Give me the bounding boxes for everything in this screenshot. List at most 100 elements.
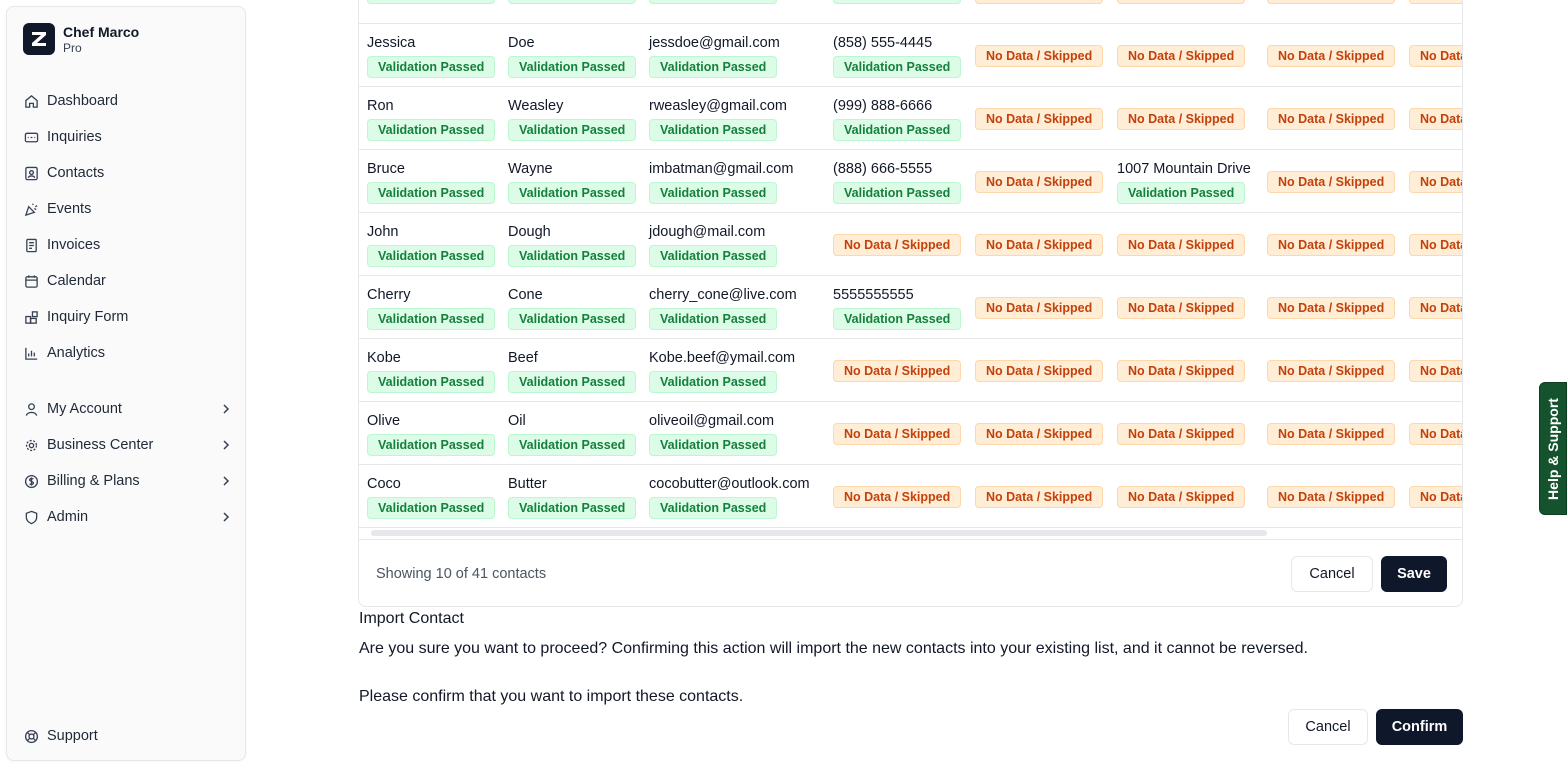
lifebuoy-icon <box>23 728 39 744</box>
validation-passed-badge: Validation Passed <box>367 0 496 4</box>
no-data-skipped-badge: No Data / Skipped <box>1117 0 1246 4</box>
validation-passed-badge: Validation Passed <box>367 308 496 330</box>
validation-passed-badge: Validation Passed <box>833 182 962 204</box>
dollar-circle-icon <box>23 473 39 489</box>
nav-label: Admin <box>47 509 89 525</box>
no-data-skipped-badge: No Data / Skipped <box>1409 360 1462 382</box>
cell-value: 5555555555 <box>833 287 914 303</box>
table-row: Jessica Validation Passed Doe Validation Pa… <box>359 24 1462 87</box>
table-row: Olive Validation Passed Oil Validation Pass… <box>359 402 1462 465</box>
cell-value: Doe <box>508 35 535 51</box>
validation-passed-badge: Validation Passed <box>649 0 778 4</box>
no-data-skipped-badge: No Data / Skipped <box>1409 171 1462 193</box>
nav-label: Invoices <box>47 237 101 253</box>
nav-item-inquiry-form[interactable]: Inquiry Form <box>23 299 233 335</box>
nav-item-support[interactable]: Support <box>23 718 233 754</box>
no-data-skipped-badge: No Data / Skipped <box>975 486 1104 508</box>
contacts-table: Validation Passed Validation Passed Valida… <box>359 0 1462 529</box>
nav-item-analytics[interactable]: Analytics <box>23 335 233 371</box>
table-row: Bruce Validation Passed Wayne Validation Pa… <box>359 150 1462 213</box>
nav-item-events[interactable]: Events <box>23 191 233 227</box>
validation-passed-badge: Validation Passed <box>367 56 496 78</box>
cell-value: John <box>367 224 399 240</box>
no-data-skipped-badge: No Data / Skipped <box>1117 360 1246 382</box>
validation-passed-badge: Validation Passed <box>649 182 778 204</box>
nav-label: My Account <box>47 401 122 417</box>
nav-item-invoices[interactable]: Invoices <box>23 227 233 263</box>
cell-value: jessdoe@gmail.com <box>649 35 780 51</box>
validation-passed-badge: Validation Passed <box>508 56 637 78</box>
validation-passed-badge: Validation Passed <box>508 434 637 456</box>
nav-item-billing-plans[interactable]: Billing & Plans <box>23 463 233 499</box>
validation-passed-badge: Validation Passed <box>508 0 637 4</box>
no-data-skipped-badge: No Data / Skipped <box>1267 360 1396 382</box>
no-data-skipped-badge: No Data / Skipped <box>1117 45 1246 67</box>
no-data-skipped-badge: No Data / Skipped <box>975 0 1104 4</box>
help-support-label: Help & Support <box>1545 397 1561 500</box>
validation-passed-badge: Validation Passed <box>508 182 637 204</box>
nav-item-calendar[interactable]: Calendar <box>23 263 233 299</box>
no-data-skipped-badge: No Data / Skipped <box>975 360 1104 382</box>
home-icon <box>23 93 39 109</box>
cell-value: (888) 666-5555 <box>833 161 933 177</box>
no-data-skipped-badge: No Data / Skipped <box>975 171 1104 193</box>
nav-item-business-center[interactable]: Business Center <box>23 427 233 463</box>
no-data-skipped-badge: No Data / Skipped <box>1267 108 1396 130</box>
nav-item-my-account[interactable]: My Account <box>23 391 233 427</box>
no-data-skipped-badge: No Data / Skipped <box>833 423 962 445</box>
validation-passed-badge: Validation Passed <box>367 182 496 204</box>
cell-value: Ron <box>367 98 394 114</box>
cell-value: (999) 888-6666 <box>833 98 933 114</box>
no-data-skipped-badge: No Data / Skipped <box>1409 45 1462 67</box>
no-data-skipped-badge: No Data / Skipped <box>1267 0 1396 4</box>
nav-label: Support <box>47 728 98 744</box>
table-cancel-button[interactable]: Cancel <box>1291 556 1373 592</box>
validation-passed-badge: Validation Passed <box>833 56 962 78</box>
no-data-skipped-badge: No Data / Skipped <box>975 108 1104 130</box>
no-data-skipped-badge: No Data / Skipped <box>1267 297 1396 319</box>
confirm-button[interactable]: Confirm <box>1376 709 1463 745</box>
no-data-skipped-badge: No Data / Skipped <box>833 360 962 382</box>
no-data-skipped-badge: No Data / Skipped <box>1409 423 1462 445</box>
nav-item-dashboard[interactable]: Dashboard <box>23 83 233 119</box>
table-row: Cherry Validation Passed Cone Validation Pa… <box>359 276 1462 339</box>
import-cancel-button[interactable]: Cancel <box>1288 709 1368 745</box>
cell-value: Cone <box>508 287 543 303</box>
validation-passed-badge: Validation Passed <box>649 434 778 456</box>
nav-item-inquiries[interactable]: Inquiries <box>23 119 233 155</box>
brand[interactable]: Chef Marco Pro <box>23 23 139 55</box>
import-confirm-text: Please confirm that you want to import t… <box>359 688 744 705</box>
validation-passed-badge: Validation Passed <box>649 371 778 393</box>
validation-passed-badge: Validation Passed <box>367 497 496 519</box>
help-support-tab[interactable]: Help & Support <box>1539 382 1567 515</box>
validation-passed-badge: Validation Passed <box>649 245 778 267</box>
validation-passed-badge: Validation Passed <box>508 371 637 393</box>
logo-icon <box>23 23 55 55</box>
nav-item-admin[interactable]: Admin <box>23 499 233 535</box>
table-row: John Validation Passed Dough Validation Pas… <box>359 213 1462 276</box>
party-icon <box>23 201 39 217</box>
no-data-skipped-badge: No Data / Skipped <box>1409 108 1462 130</box>
cell-value: Olive <box>367 413 401 429</box>
nav-item-contacts[interactable]: Contacts <box>23 155 233 191</box>
no-data-skipped-badge: No Data / Skipped <box>833 486 962 508</box>
cell-value: Beef <box>508 350 538 366</box>
brand-name: Chef Marco <box>63 23 140 40</box>
nav-label: Calendar <box>47 273 106 289</box>
cell-value: Weasley <box>508 98 564 114</box>
cell-value: Coco <box>367 476 401 492</box>
horizontal-scrollbar[interactable] <box>371 530 1267 536</box>
validation-passed-badge: Validation Passed <box>833 308 962 330</box>
brand-plan: Pro <box>63 40 82 55</box>
no-data-skipped-badge: No Data / Skipped <box>1117 297 1246 319</box>
save-button[interactable]: Save <box>1381 556 1447 592</box>
table-row: Coco Validation Passed Butter Validation Pa… <box>359 465 1462 528</box>
import-preview-card: Validation Passed Validation Passed Valida… <box>358 0 1463 607</box>
chevron-right-icon <box>223 476 230 486</box>
nav-label: Contacts <box>47 165 105 181</box>
validation-passed-badge: Validation Passed <box>833 119 962 141</box>
cell-value: Oil <box>508 413 526 429</box>
cell-value: imbatman@gmail.com <box>649 161 794 177</box>
document-icon <box>23 237 39 253</box>
no-data-skipped-badge: No Data / Skipped <box>1409 234 1462 256</box>
